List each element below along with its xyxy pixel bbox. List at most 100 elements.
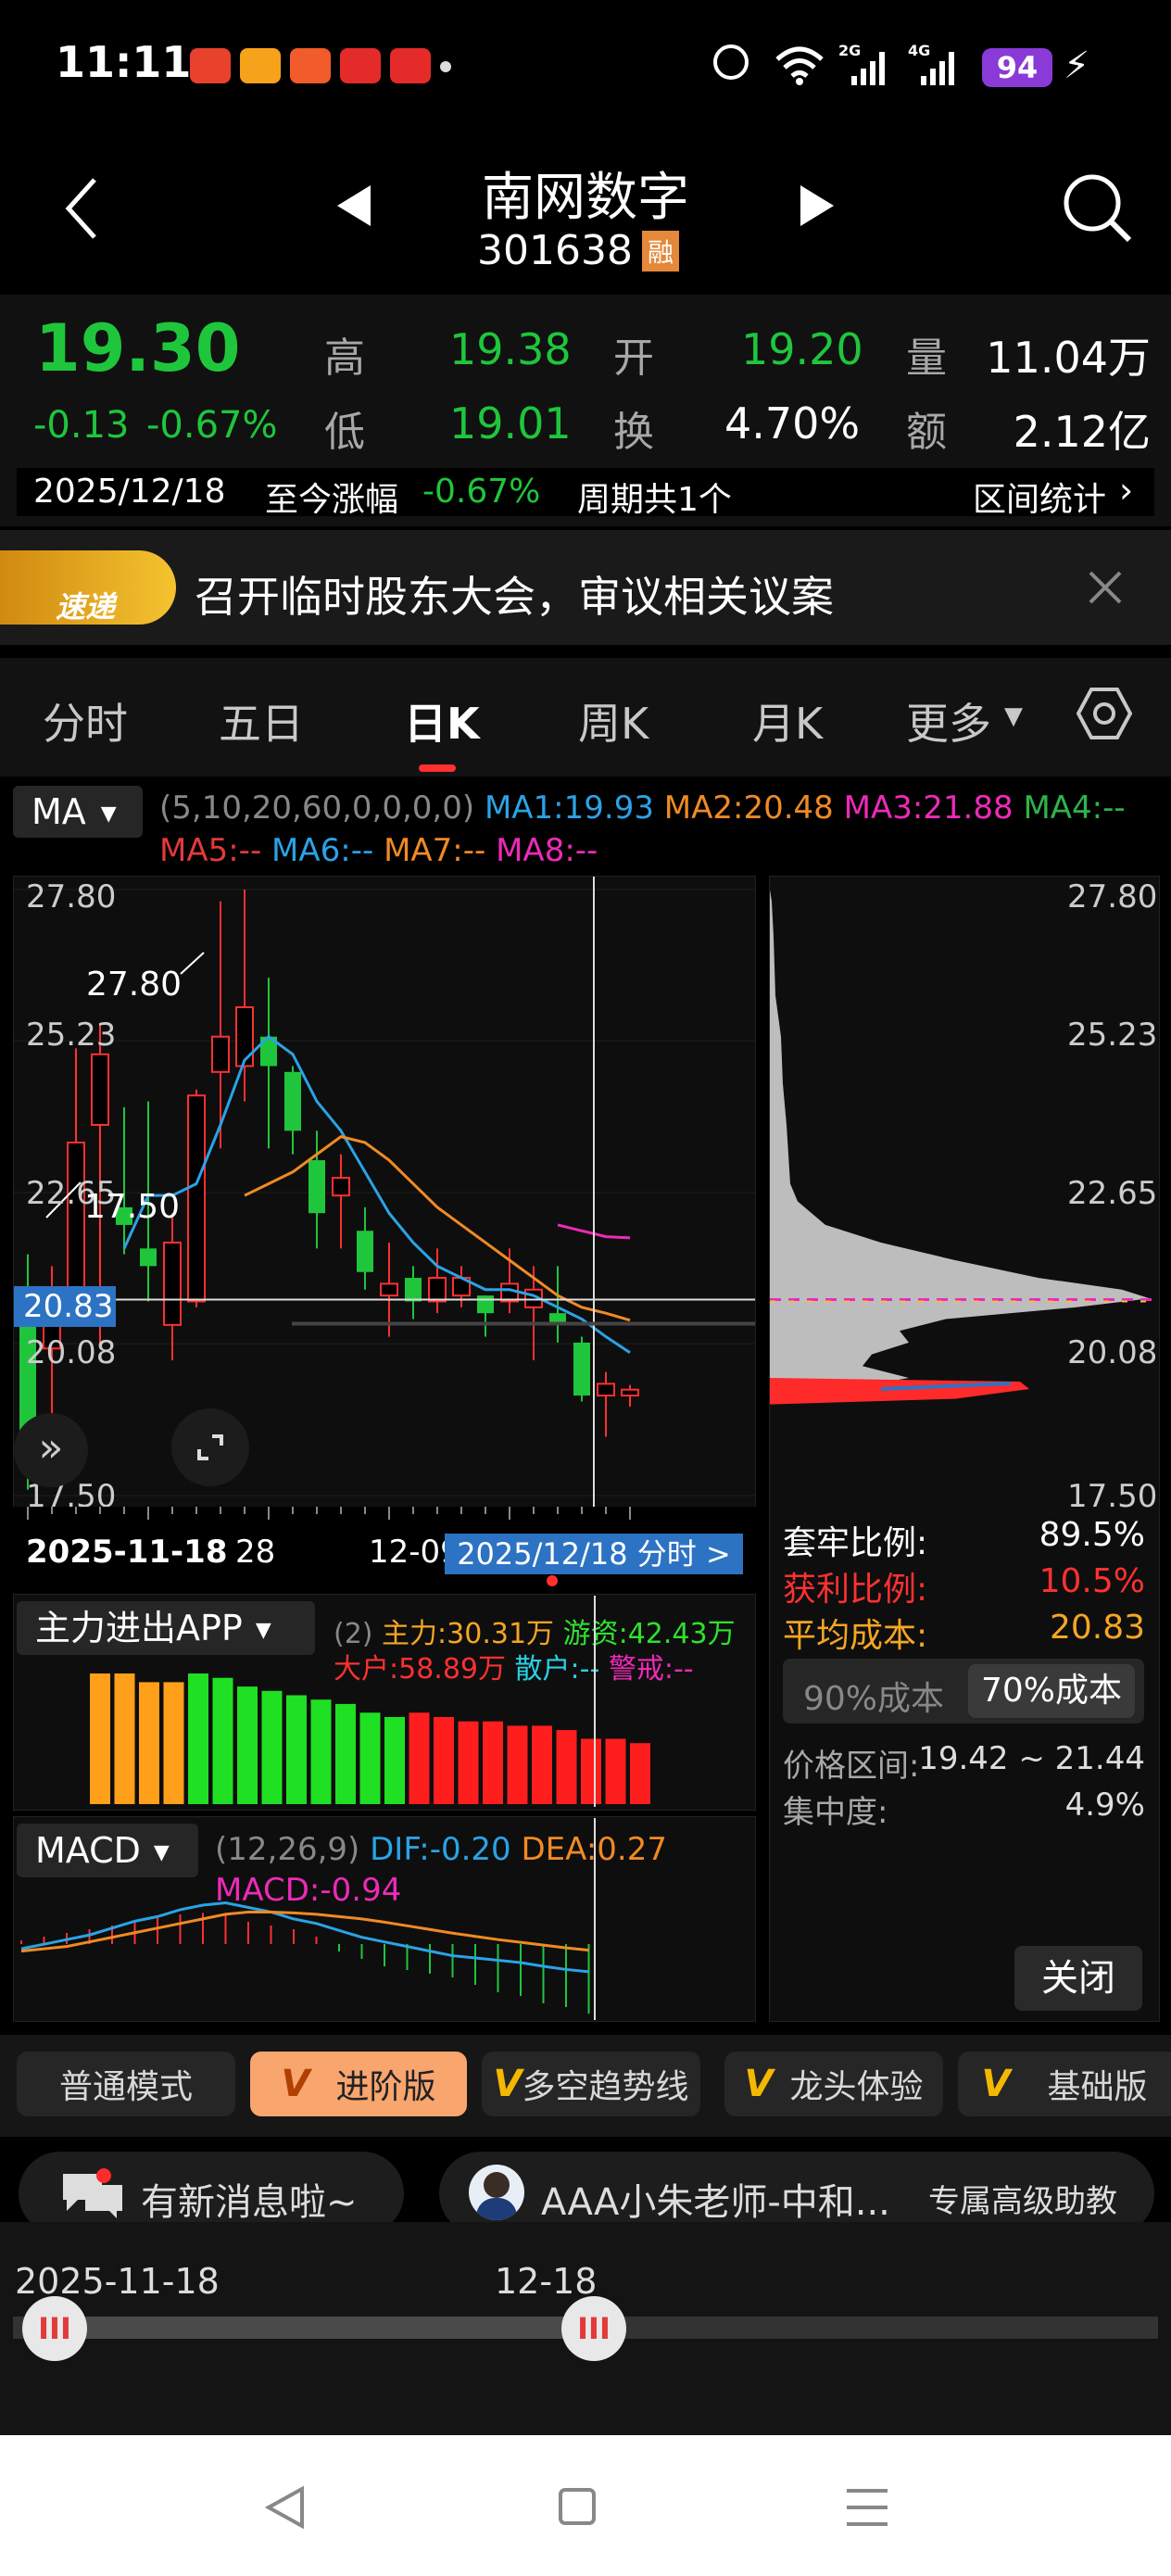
funds-bar [212,1677,233,1804]
tab-day-k[interactable]: 日K [404,690,480,751]
chevron-down-icon: ▼ [153,1840,170,1864]
mode-leader-label: 龙头体验 [789,2068,924,2106]
mode-advanced[interactable]: V 进阶版 [250,2052,467,2116]
funds-bar [114,1673,135,1804]
concentration-value: 4.9% [1064,1787,1145,1824]
close-icon[interactable] [1089,571,1122,604]
tab-week-k[interactable]: 周K [578,690,648,751]
tab-more[interactable]: 更多 [906,690,991,751]
macd-chart [20,1901,590,2014]
funds-bar [630,1743,650,1804]
candle-body [187,1094,206,1303]
chip-y-label-2: 22.65 [1067,1175,1158,1212]
mode-leader[interactable]: V 龙头体验 [724,2052,943,2116]
funds-bar [139,1682,159,1804]
fullscreen-icon[interactable] [171,1408,249,1486]
cursor-date-tag[interactable]: 2025/12/18 分时 > [445,1534,743,1574]
low-label: 低 [324,409,365,456]
nav-back-icon[interactable] [265,2485,306,2530]
check-v-icon: V [281,2063,310,2105]
expand-arrows-icon[interactable]: » [14,1413,88,1487]
turnover-label: 换 [613,409,654,456]
funds-bar [237,1686,258,1804]
news-logo-text: 速递 [56,589,116,625]
mode-normal[interactable]: 普通模式 [17,2052,235,2116]
ma6-value: MA6:-- [271,832,374,869]
range-start-handle[interactable]: III [22,2296,87,2361]
range-end-handle[interactable]: III [561,2296,626,2361]
funds-bar [434,1717,454,1804]
funds-cursor-line [594,1596,596,1807]
cost-70-button[interactable]: 70%成本 [968,1664,1135,1718]
teacher-name: AAA小朱老师-中和... [541,2181,890,2224]
funds-bar [458,1721,479,1804]
mode-advanced-label: 进阶版 [335,2068,436,2106]
funds-bar [163,1682,184,1804]
tab-month-k[interactable]: 月K [752,690,823,751]
mode-basic[interactable]: V 基础版 [958,2052,1171,2116]
candle-body [332,1177,350,1197]
chip-y-label-1: 25.23 [1067,1017,1158,1054]
nav-menu-icon[interactable] [845,2487,889,2528]
funds-bar [384,1717,405,1804]
new-message-text: 有新消息啦~ [141,2181,358,2224]
candle-body [621,1388,639,1397]
candle-body [357,1231,373,1272]
signal-4g-icon: 4G [908,42,954,85]
price-change-pct: -0.67% [146,404,278,447]
chip-y-label-4: 17.50 [1067,1478,1158,1515]
high-value: 19.38 [449,324,572,374]
k-y-label-1: 25.23 [26,1017,117,1054]
interval-stats-link[interactable]: 区间统计 [973,473,1106,521]
funds-bar [605,1738,626,1804]
k-y-label-0: 27.80 [26,878,117,915]
tab-minute[interactable]: 分时 [43,690,128,751]
funds-bar [90,1673,110,1804]
next-stock-icon[interactable] [797,183,837,228]
range-start-label: 2025-11-18 [15,2261,220,2302]
nav-home-icon[interactable] [558,2487,597,2526]
svg-text:4G: 4G [908,42,930,59]
mode-basic-label: 基础版 [1047,2068,1148,2106]
amount-value: 2.12亿 [1013,407,1151,457]
concentration-label: 集中度: [783,1794,888,1831]
funds-bar [286,1695,307,1804]
k-y-label-3: 20.08 [26,1334,117,1371]
high-label: 高 [324,335,365,382]
ma4-value: MA4:-- [1023,789,1126,827]
trapped-ratio-label: 套牢比例: [783,1524,928,1562]
svg-text:2G: 2G [838,42,861,59]
settings-hex-icon[interactable] [1075,684,1134,743]
candle-body [428,1277,447,1303]
chevron-down-icon: ▼ [255,1618,271,1642]
period-count: 周期共1个 [577,481,732,519]
wifi-icon [775,46,824,85]
funds-selector[interactable]: 主力进出APP ▼ [17,1601,315,1655]
volume-label: 量 [906,335,947,382]
chevron-down-icon: ▼ [1004,702,1023,730]
period-bar[interactable]: 2025/12/18 至今涨幅 -0.67% 周期共1个 区间统计 › [17,468,1154,519]
cost-90-button[interactable]: 90%成本 [803,1672,944,1720]
funds-bar [556,1730,577,1804]
chevron-down-icon: ▼ [100,802,117,826]
charging-icon: ⚡ [1064,44,1090,87]
profit-chips-area [770,1378,1029,1405]
chips-close-button[interactable]: 关闭 [1014,1946,1142,2011]
mode-trendline-label: 多空趋势线 [522,2068,689,2106]
news-banner[interactable]: 速递 召开临时股东大会，审议相关议案 [0,530,1171,645]
battery-indicator: 94 [982,48,1052,87]
ma-selector[interactable]: MA ▼ [13,786,143,838]
signal-2g-icon: 2G [838,42,885,85]
last-price: 19.30 [35,310,241,386]
search-icon[interactable] [1061,171,1135,246]
candle-body [597,1383,615,1397]
open-value: 19.20 [741,324,863,374]
ma3-value: MA3:21.88 [843,789,1014,827]
ma7-value: MA7:-- [384,832,486,869]
candle-body [211,1035,230,1073]
cost-toggle: 90%成本 70%成本 [783,1659,1144,1724]
tab-five-day[interactable]: 五日 [219,690,304,751]
range-end-label: 12-18 [495,2261,598,2302]
ma5-value: MA5:-- [159,832,262,869]
mode-trendline[interactable]: V 多空趋势线 [482,2052,700,2116]
